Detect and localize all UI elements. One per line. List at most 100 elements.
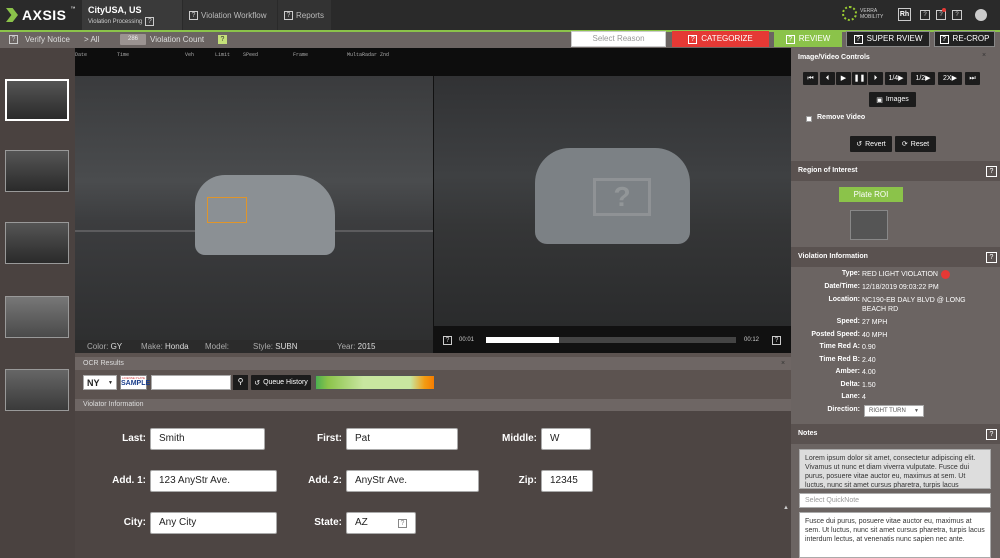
- thumbnail-5[interactable]: [5, 369, 69, 411]
- model-label: Model:: [205, 342, 230, 351]
- notes-header: Notes: [791, 424, 1000, 444]
- help-icon[interactable]: ?: [920, 10, 930, 20]
- direction-value: RIGHT TURN: [869, 408, 906, 414]
- nav-reports[interactable]: ? Reports: [278, 0, 331, 30]
- verify-notice-label: Verify Notice: [25, 35, 70, 44]
- help-icon[interactable]: ?: [986, 429, 997, 440]
- lane-label: Lane:: [841, 393, 860, 400]
- review-button[interactable]: ? REVIEW: [774, 31, 842, 47]
- speed-label: Speed:: [836, 318, 860, 325]
- close-icon[interactable]: ×: [982, 52, 986, 59]
- recrop-button[interactable]: ? RE-CROP: [934, 31, 995, 47]
- vehicle-info-bar: Color: GY Make: Honda Model: Style: SUBN…: [75, 340, 433, 353]
- notes-textarea[interactable]: Lorem ipsum dolor sit amet, consectetur …: [799, 449, 991, 489]
- make-value: Honda: [165, 342, 189, 351]
- last-name-field[interactable]: Smith: [150, 428, 265, 450]
- prev-frame-button[interactable]: ⏴: [820, 72, 835, 85]
- red-light-icon: [940, 270, 950, 279]
- help-icon[interactable]: ?: [772, 336, 781, 345]
- plate-number-input[interactable]: [151, 375, 231, 390]
- scrollbar[interactable]: ▲: [781, 411, 791, 558]
- select-reason-text: Select Reason: [592, 34, 645, 43]
- axsis-logo[interactable]: AXSIS ™: [6, 6, 76, 24]
- city-selector[interactable]: CityUSA, US Violation Processing?: [82, 0, 182, 30]
- color-value: GY: [110, 342, 123, 351]
- header-limit: Limit: [215, 52, 231, 58]
- lane-value: 4: [862, 394, 866, 401]
- speed-2x-label: 2X: [943, 75, 952, 82]
- revert-label: Revert: [865, 140, 886, 148]
- remove-video-label: Remove Video: [817, 114, 866, 121]
- images-button[interactable]: ▣ Images: [869, 92, 916, 107]
- time-start: 00:01: [459, 337, 475, 343]
- datetime-label: Date/Time:: [824, 283, 860, 290]
- style-label: Style:: [253, 342, 274, 351]
- address1-field[interactable]: 123 AnyStr Ave.: [150, 470, 277, 492]
- direction-select[interactable]: RIGHT TURN ▼: [864, 405, 924, 417]
- history-icon: ↺: [254, 379, 261, 387]
- help-icon: ?: [939, 34, 949, 44]
- help-icon: ?: [284, 10, 293, 20]
- user-avatar[interactable]: Rh: [898, 8, 911, 21]
- trademark: ™: [70, 6, 76, 12]
- time-red-a-value: 0.90: [862, 344, 876, 351]
- nav-violation-workflow[interactable]: ? Violation Workflow: [183, 0, 277, 30]
- video-progress-bar[interactable]: [486, 337, 736, 343]
- header-time: Time: [117, 52, 130, 58]
- help-icon[interactable]: ?: [443, 336, 452, 345]
- city-field[interactable]: Any City: [150, 512, 277, 534]
- type-value: RED LIGHT VIOLATION: [862, 271, 938, 278]
- address2-field[interactable]: AnyStr Ave.: [346, 470, 479, 492]
- violation-information-header: Violation Information: [791, 247, 1000, 267]
- close-icon[interactable]: ×: [781, 360, 785, 367]
- quicknote-textarea[interactable]: Fusce dui purus, posuere vitae auctor eu…: [799, 512, 991, 558]
- help-icon[interactable]: ?: [986, 252, 997, 263]
- help-icon[interactable]: ?: [218, 35, 227, 44]
- quicknote-select[interactable]: Select QuickNote: [799, 493, 991, 508]
- speed-half-button[interactable]: 1/2▶: [911, 72, 935, 85]
- speed-quarter-button[interactable]: 1/4▶: [885, 72, 907, 85]
- revert-button[interactable]: ↺ Revert: [850, 136, 892, 152]
- help-icon: ?: [688, 34, 698, 44]
- super-review-label: SUPER RVIEW: [866, 34, 923, 43]
- breadcrumb-all[interactable]: > All: [84, 35, 99, 44]
- state-select[interactable]: NY ▼: [83, 375, 117, 390]
- zip-field[interactable]: 12345: [541, 470, 593, 492]
- thumbnail-2[interactable]: [5, 150, 69, 192]
- state-field[interactable]: AZ?: [346, 512, 416, 534]
- header-frame: Frame: [293, 52, 309, 58]
- help-icon[interactable]: ?: [9, 35, 18, 44]
- queue-history-button[interactable]: ↺ Queue History: [251, 375, 311, 390]
- city-label: City:: [123, 517, 146, 528]
- first-name-field[interactable]: Pat: [346, 428, 458, 450]
- select-reason-dropdown[interactable]: Select Reason: [571, 31, 666, 47]
- thumbnail-4[interactable]: [5, 296, 69, 338]
- help-icon[interactable]: ?: [986, 166, 997, 177]
- time-end: 00:12: [744, 337, 760, 343]
- reset-button[interactable]: ⟳ Reset: [895, 136, 936, 152]
- speed-2x-button[interactable]: 2X▶: [938, 72, 962, 85]
- plate-roi-button[interactable]: Plate ROI: [839, 187, 903, 202]
- speed-value: 27 MPH: [862, 319, 888, 326]
- middle-name-field[interactable]: W: [541, 428, 591, 450]
- search-button[interactable]: ⚲: [233, 375, 248, 390]
- settings-icon[interactable]: ?: [952, 10, 962, 20]
- queue-history-label: Queue History: [263, 379, 308, 386]
- city-name: CityUSA, US: [88, 5, 142, 15]
- help-icon[interactable]: ?: [145, 17, 155, 26]
- thumbnail-1[interactable]: [5, 79, 69, 121]
- super-review-button[interactable]: ? SUPER RVIEW: [846, 31, 930, 47]
- delta-label: Delta:: [840, 381, 860, 388]
- user-icon[interactable]: [975, 9, 987, 21]
- play-button[interactable]: ▶: [836, 72, 851, 85]
- pause-button[interactable]: ❚❚: [852, 72, 867, 85]
- next-frame-button[interactable]: ⏵: [868, 72, 883, 85]
- skip-start-button[interactable]: ⏮: [803, 72, 818, 85]
- chevron-down-icon: ▼: [108, 379, 113, 386]
- posted-speed-value: 40 MPH: [862, 332, 888, 339]
- categorize-button[interactable]: ? CATEGORIZE: [672, 31, 769, 47]
- remove-video-checkbox[interactable]: [806, 116, 812, 122]
- plate-roi-box[interactable]: [207, 197, 247, 223]
- skip-end-button[interactable]: ⏭: [965, 72, 980, 85]
- thumbnail-3[interactable]: [5, 222, 69, 264]
